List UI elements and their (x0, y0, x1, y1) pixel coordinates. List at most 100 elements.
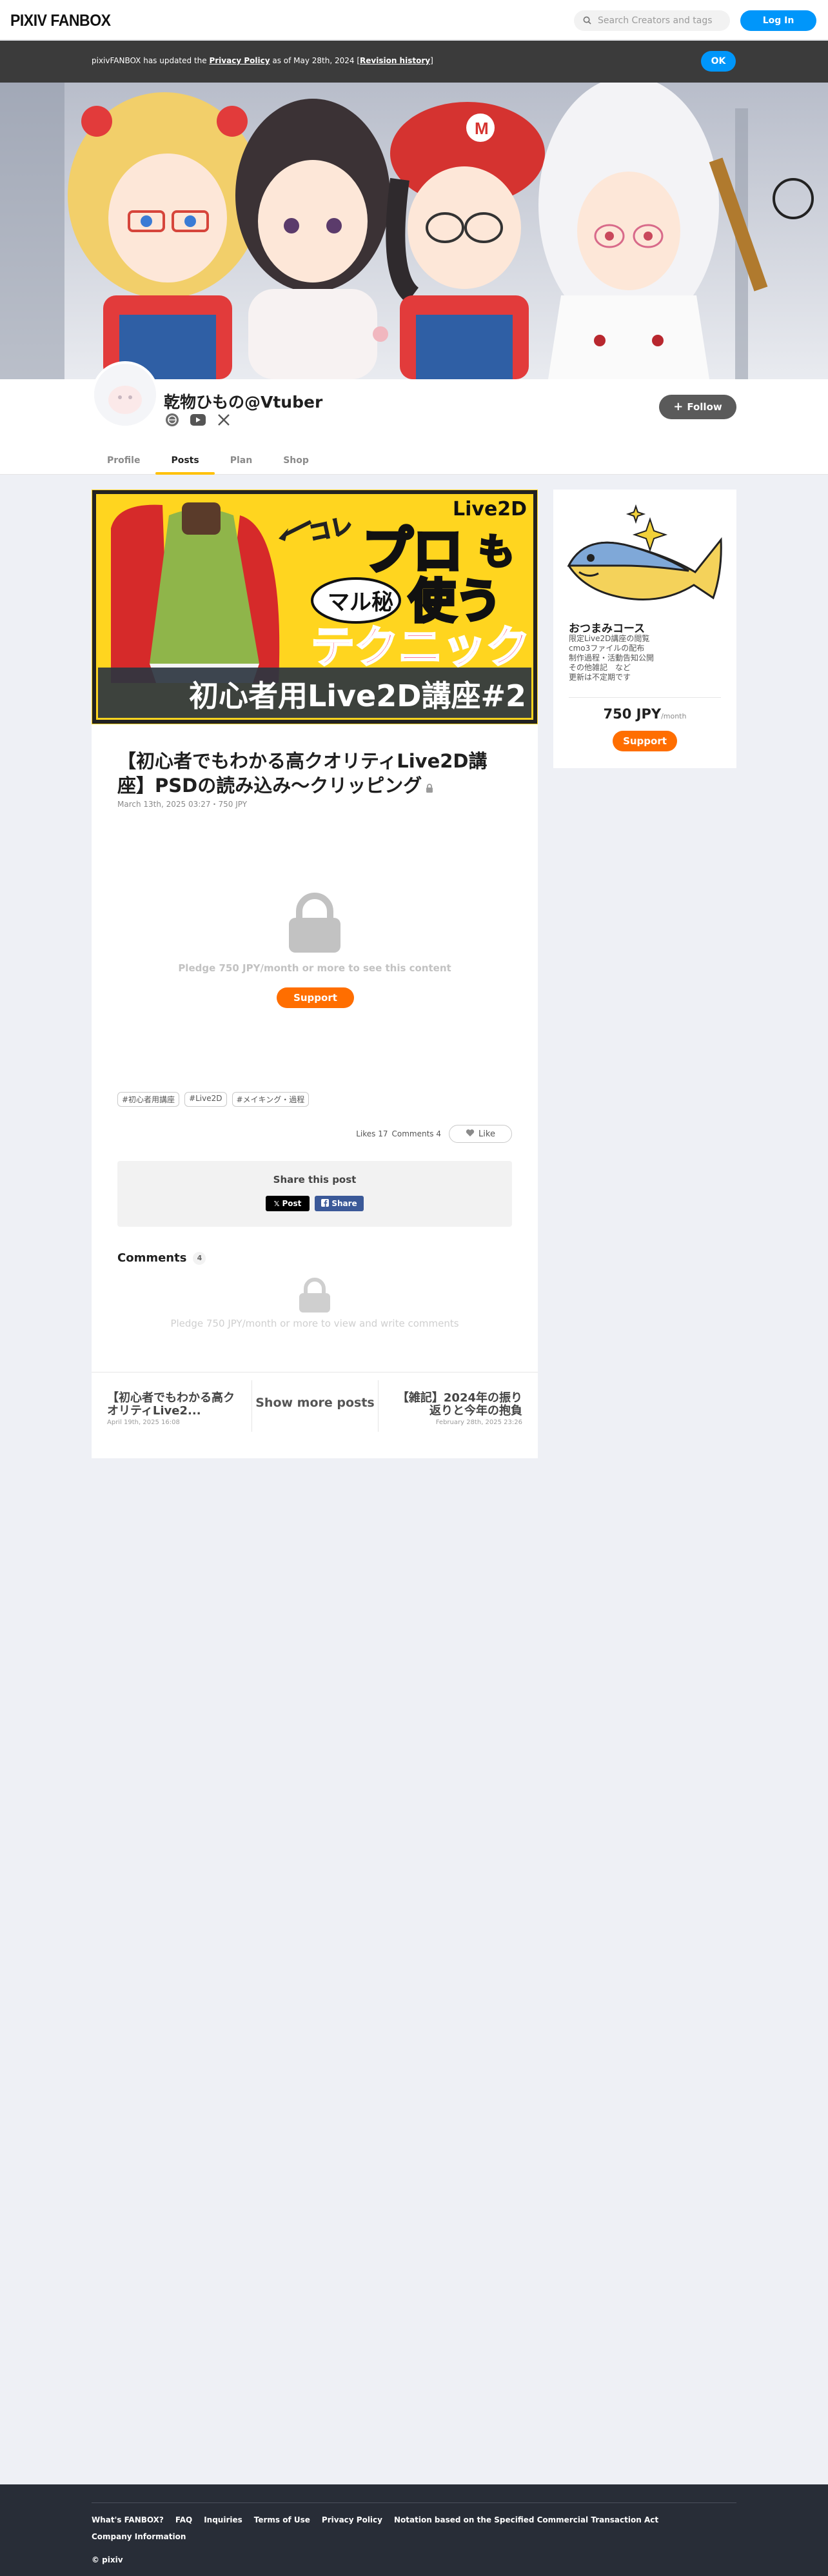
comments-count-badge: 4 (193, 1251, 206, 1265)
login-button[interactable]: Log In (740, 10, 816, 31)
heart-icon (466, 1129, 475, 1140)
privacy-notice-bar: pixivFANBOX has updated the Privacy Poli… (0, 41, 828, 83)
nav-divider (378, 1380, 379, 1432)
comments-stat: Comments 4 (391, 1129, 442, 1138)
svg-text:M: M (475, 119, 489, 138)
footer-link-commercial-act[interactable]: Notation based on the Specified Commerci… (394, 2515, 658, 2524)
youtube-icon[interactable] (190, 411, 206, 428)
tag-chip[interactable]: #初心者用講座 (117, 1092, 180, 1107)
cover-image: M (0, 83, 828, 379)
plan-support-button[interactable]: Support (613, 731, 677, 751)
like-label: Like (478, 1129, 495, 1139)
notice-suffix: ] (430, 56, 433, 65)
plan-desc-line: その他雑記 など (569, 663, 631, 672)
site-footer: What's FANBOX? FAQ Inquiries Terms of Us… (0, 2484, 828, 2576)
previous-post-date: April 19th, 2025 16:08 (107, 1419, 180, 1426)
tab-profile[interactable]: Profile (92, 446, 155, 475)
thumb-banner-title: 初心者用Live2D講座#2 (189, 679, 526, 713)
social-links (164, 411, 232, 428)
plus-icon: + (673, 400, 684, 413)
next-post-link[interactable]: 【雑記】2024年の振り返りと今年の抱負 February 28th, 2025… (393, 1391, 522, 1427)
comments-locked-text: Pledge 750 JPY/month or more to view and… (170, 1318, 459, 1329)
plan-desc-line: 限定Live2D講座の閲覧 (569, 634, 650, 643)
comments-heading: Comments 4 (117, 1251, 206, 1265)
tab-shop[interactable]: Shop (268, 446, 324, 475)
footer-links: What's FANBOX? FAQ Inquiries Terms of Us… (92, 2515, 736, 2541)
plan-price-value: 750 JPY (603, 706, 662, 722)
plan-price-period: /month (661, 712, 687, 720)
plan-divider (569, 697, 721, 698)
footer-link-company[interactable]: Company Information (92, 2532, 186, 2541)
share-facebook-button[interactable]: Share (315, 1196, 364, 1211)
privacy-policy-link[interactable]: Privacy Policy (209, 56, 270, 65)
locked-content-text: Pledge 750 JPY/month or more to see this… (178, 962, 451, 974)
creator-name[interactable]: 乾物ひもの@Vtuber (164, 390, 322, 413)
notice-middle: as of May 28th, 2024 [ (270, 56, 360, 65)
previous-post-link[interactable]: 【初心者でもわかる高クオリティLive2... April 19th, 2025… (107, 1391, 236, 1427)
post-tags: #初心者用講座 #Live2D #メイキング・過程 (117, 1092, 310, 1107)
footer-link-terms[interactable]: Terms of Use (254, 2515, 310, 2524)
follow-button[interactable]: + Follow (659, 395, 736, 419)
x-icon[interactable] (215, 411, 232, 428)
top-header: PIXIV FANBOX Log In (0, 0, 828, 40)
support-button[interactable]: Support (277, 987, 354, 1008)
thumb-use-word: 使う (409, 574, 502, 628)
plan-desc-line: cmo3ファイルの配布 (569, 644, 645, 653)
plan-desc-line: 制作過程・活動告知公開 (569, 653, 655, 662)
share-x-button[interactable]: 𝕏 Post (266, 1196, 310, 1211)
plan-card: おつまみコース 限定Live2D講座の閲覧 cmo3ファイルの配布 制作過程・活… (553, 490, 736, 768)
comments-lock-icon (299, 1278, 331, 1315)
search-icon (583, 15, 591, 27)
tag-chip[interactable]: #Live2D (184, 1092, 227, 1107)
next-post-date: February 28th, 2025 23:26 (435, 1419, 522, 1426)
plan-price: 750 JPY/month (553, 706, 736, 722)
show-more-posts-button[interactable]: Show more posts (252, 1372, 378, 1433)
x-icon: 𝕏 (273, 1199, 280, 1208)
tag-chip[interactable]: #メイキング・過程 (232, 1092, 310, 1107)
post-card: コレ Live2D プロ も マル秘 使う テクニック 初心者用Live2D講座… (92, 490, 538, 1458)
search-input[interactable] (598, 15, 727, 26)
share-box: Share this post 𝕏 Post Share (117, 1161, 512, 1227)
plan-description: 限定Live2D講座の閲覧 cmo3ファイルの配布 制作過程・活動告知公開 その… (569, 634, 654, 682)
plan-name: おつまみコース (569, 622, 646, 635)
share-x-label: Post (282, 1199, 302, 1208)
creator-profile-bar: 乾物ひもの@Vtuber + Follow Profile Posts Plan… (0, 361, 828, 475)
creator-avatar[interactable] (92, 361, 159, 428)
share-fb-label: Share (331, 1199, 357, 1208)
post-thumbnail: コレ Live2D プロ も マル秘 使う テクニック 初心者用Live2D講座… (92, 490, 538, 724)
post-stats: Likes 17 Comments 4 Like (356, 1125, 512, 1143)
lock-icon (424, 775, 435, 799)
footer-link-faq[interactable]: FAQ (175, 2515, 192, 2524)
website-icon[interactable] (164, 411, 181, 428)
post-meta: March 13th, 2025 03:27・750 JPY (117, 800, 248, 809)
thumb-technique-word: テクニック (311, 622, 530, 673)
like-button[interactable]: Like (449, 1125, 512, 1143)
facebook-icon (321, 1198, 330, 1209)
plan-image (553, 495, 736, 624)
footer-link-privacy[interactable]: Privacy Policy (322, 2515, 382, 2524)
footer-link-whats-fanbox[interactable]: What's FANBOX? (92, 2515, 164, 2524)
fanbox-logo[interactable]: PIXIV FANBOX (10, 12, 111, 30)
plan-desc-line: 更新は不定期です (569, 673, 631, 682)
footer-link-inquiries[interactable]: Inquiries (204, 2515, 242, 2524)
thumb-live2d-word: Live2D (453, 498, 527, 520)
notice-ok-button[interactable]: OK (701, 51, 736, 72)
thumb-secret-word: マル秘 (328, 590, 393, 615)
post-title: 【初心者でもわかる高クオリティLive2D講座】PSDの読み込み～クリッピング (117, 749, 512, 799)
post-navigation: 【初心者でもわかる高クオリティLive2... April 19th, 2025… (92, 1372, 538, 1432)
search-box[interactable] (574, 10, 730, 31)
likes-count: Likes 17 (356, 1129, 388, 1138)
creator-tabs: Profile Posts Plan Shop (92, 446, 324, 475)
comments-title: Comments (117, 1251, 187, 1265)
follow-label: Follow (687, 401, 722, 413)
tab-plan[interactable]: Plan (215, 446, 268, 475)
next-post-title: 【雑記】2024年の振り返りと今年の抱負 (397, 1391, 522, 1418)
revision-history-link[interactable]: Revision history (360, 56, 430, 65)
thumb-mo-word: も (478, 531, 515, 573)
copyright: © pixiv (92, 2555, 123, 2564)
previous-post-title: 【初心者でもわかる高クオリティLive2... (107, 1391, 235, 1418)
notice-prefix: pixivFANBOX has updated the (92, 56, 210, 65)
footer-divider (92, 2502, 736, 2503)
notice-text: pixivFANBOX has updated the Privacy Poli… (92, 56, 433, 65)
tab-posts[interactable]: Posts (155, 446, 215, 475)
